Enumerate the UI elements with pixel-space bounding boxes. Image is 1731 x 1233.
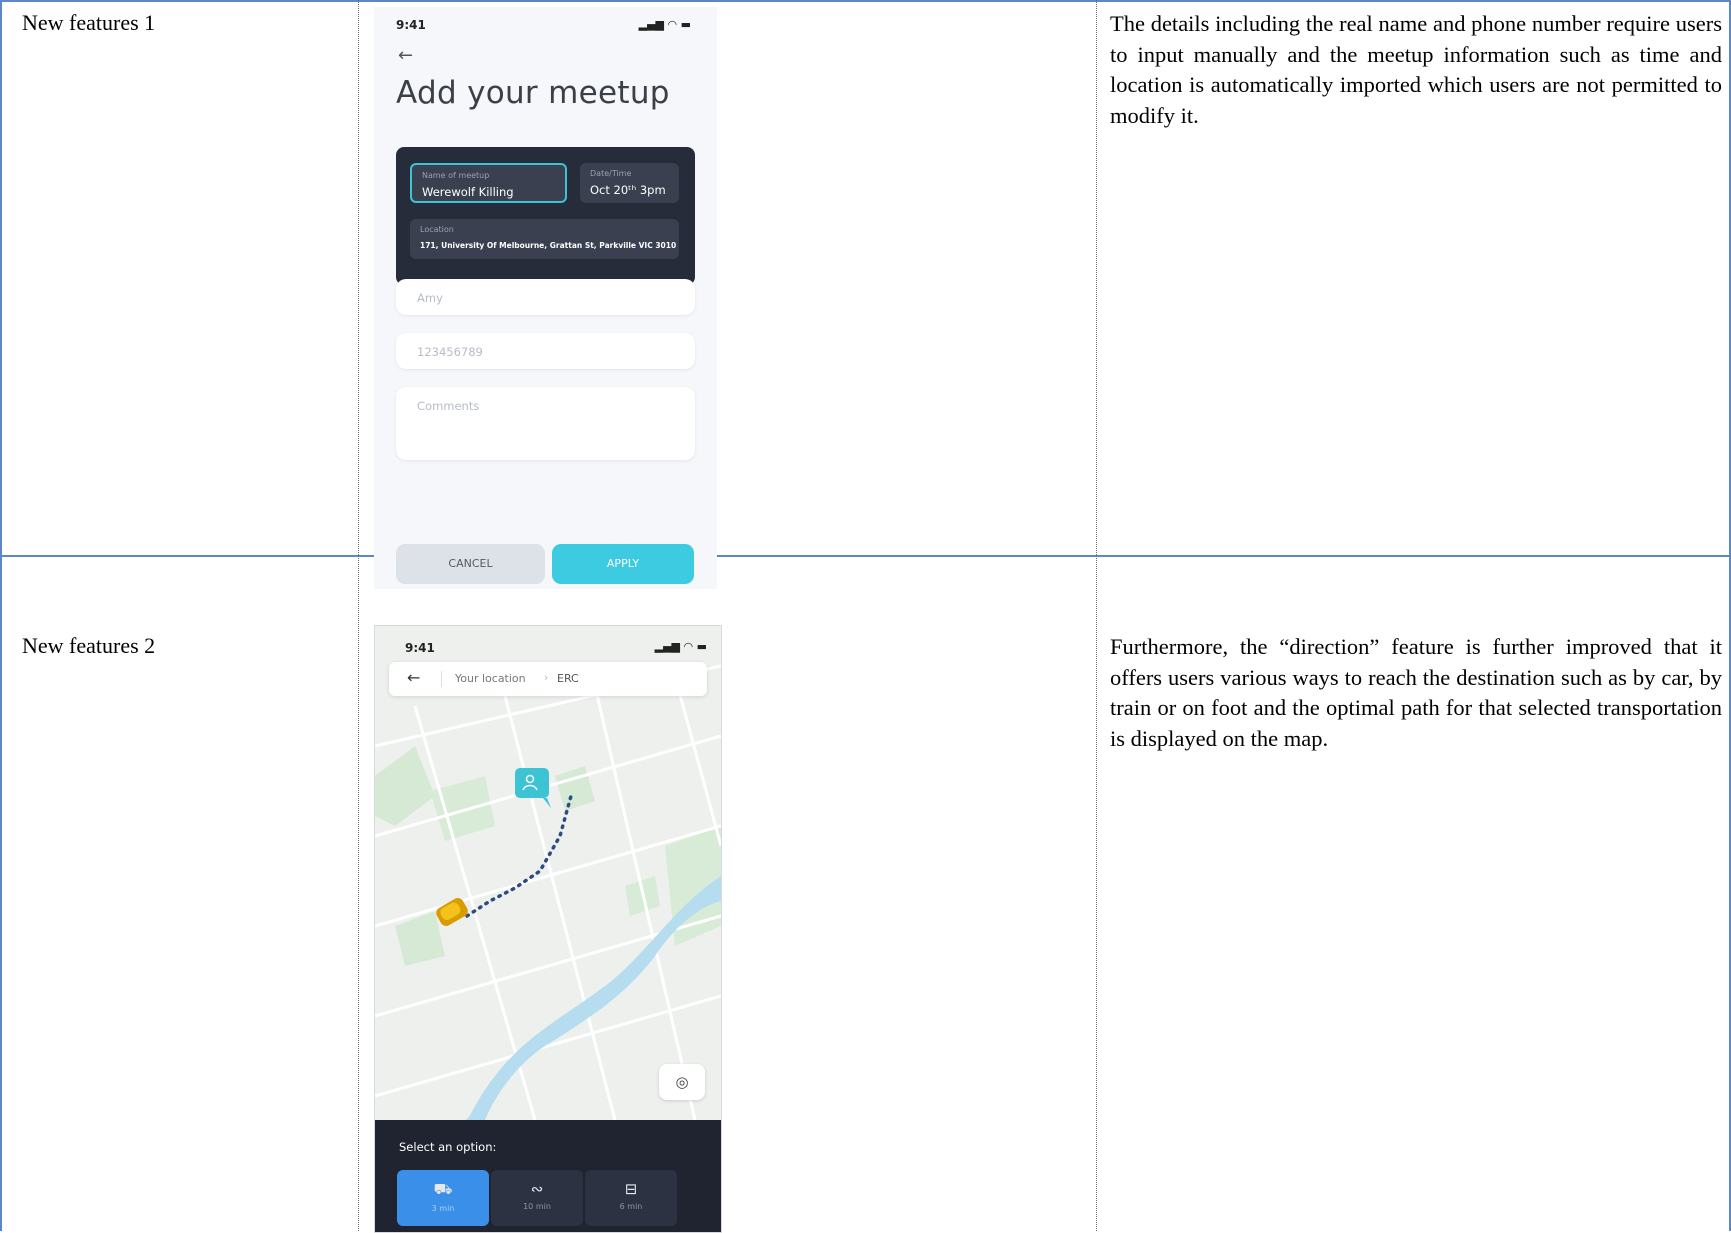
row-separator xyxy=(0,555,1731,557)
location-caption: Location xyxy=(420,225,454,234)
train-icon: ⊟ xyxy=(624,1180,638,1198)
row-description-1: The details including the real name and … xyxy=(1110,11,1722,128)
car-icon: ⛟ xyxy=(433,1180,453,1198)
column-divider-1 xyxy=(358,0,359,1231)
row-label-2: New features 2 xyxy=(22,633,156,658)
route-header: ← Your location › ERC xyxy=(389,662,707,696)
divider xyxy=(441,671,442,687)
status-icons: ▂▄▆ ◠ ▬ xyxy=(654,640,707,653)
location-value: 171, University Of Melbourne, Grattan St… xyxy=(420,241,677,250)
phone-placeholder: 123456789 xyxy=(417,345,483,359)
status-time: 9:41 xyxy=(405,641,435,655)
meetup-info-card: Name of meetup Werewolf Killing Date/Tim… xyxy=(396,147,695,285)
arrow-left-icon[interactable]: ← xyxy=(398,45,413,66)
chevron-right-icon: › xyxy=(544,671,549,684)
arrow-left-icon[interactable]: ← xyxy=(407,668,420,687)
transport-options-sheet: Select an option: ⛟ 3 min ∾ 10 min ⊟ 6 m… xyxy=(375,1120,721,1232)
meetup-name-value: Werewolf Killing xyxy=(422,185,514,199)
table-top-border xyxy=(0,0,1731,2)
phone-input[interactable]: 123456789 xyxy=(396,333,695,369)
comments-placeholder: Comments xyxy=(417,399,480,413)
status-icons: ▂▄▆ ◠ ▬ xyxy=(638,18,691,31)
sheet-title: Select an option: xyxy=(399,1140,497,1154)
meetup-name-field: Name of meetup Werewolf Killing xyxy=(410,163,567,203)
cancel-button[interactable]: CANCEL xyxy=(396,544,545,584)
comments-input[interactable]: Comments xyxy=(396,387,695,460)
page-title: Add your meetup xyxy=(396,75,670,111)
walk-icon: ∾ xyxy=(530,1180,544,1198)
option-time: 10 min xyxy=(523,1202,551,1211)
phone-screenshot-meetup: 9:41 ▂▄▆ ◠ ▬ ← Add your meetup Name of m… xyxy=(374,7,717,589)
status-time: 9:41 xyxy=(396,18,426,32)
features-table: New features 1 The details including the… xyxy=(0,0,1731,1233)
route-from[interactable]: Your location xyxy=(455,672,526,685)
route-to[interactable]: ERC xyxy=(557,672,579,685)
option-train[interactable]: ⊟ 6 min xyxy=(585,1170,677,1226)
apply-button[interactable]: APPLY xyxy=(552,544,694,584)
datetime-field: Date/Time Oct 20ᵗʰ 3pm xyxy=(580,163,679,203)
option-walk[interactable]: ∾ 10 min xyxy=(491,1170,583,1226)
row-description-2: Furthermore, the “direction” feature is … xyxy=(1110,634,1722,751)
column-divider-2 xyxy=(1096,0,1097,1231)
meetup-name-caption: Name of meetup xyxy=(422,171,490,180)
option-car[interactable]: ⛟ 3 min xyxy=(397,1170,489,1226)
location-field: Location 171, University Of Melbourne, G… xyxy=(410,219,679,259)
row-label-1: New features 1 xyxy=(22,10,156,35)
locate-me-icon[interactable]: ◎ xyxy=(659,1064,705,1100)
phone-screenshot-directions: 9:41 ▂▄▆ ◠ ▬ ← Your location › ERC ◎ Sel… xyxy=(374,625,722,1233)
datetime-value: Oct 20ᵗʰ 3pm xyxy=(590,183,666,197)
name-placeholder: Amy xyxy=(417,291,443,305)
option-time: 6 min xyxy=(619,1202,643,1211)
table-left-border xyxy=(0,0,2,1231)
datetime-caption: Date/Time xyxy=(590,169,632,178)
option-time: 3 min xyxy=(431,1204,455,1213)
map[interactable] xyxy=(375,626,721,1120)
name-input[interactable]: Amy xyxy=(396,279,695,315)
